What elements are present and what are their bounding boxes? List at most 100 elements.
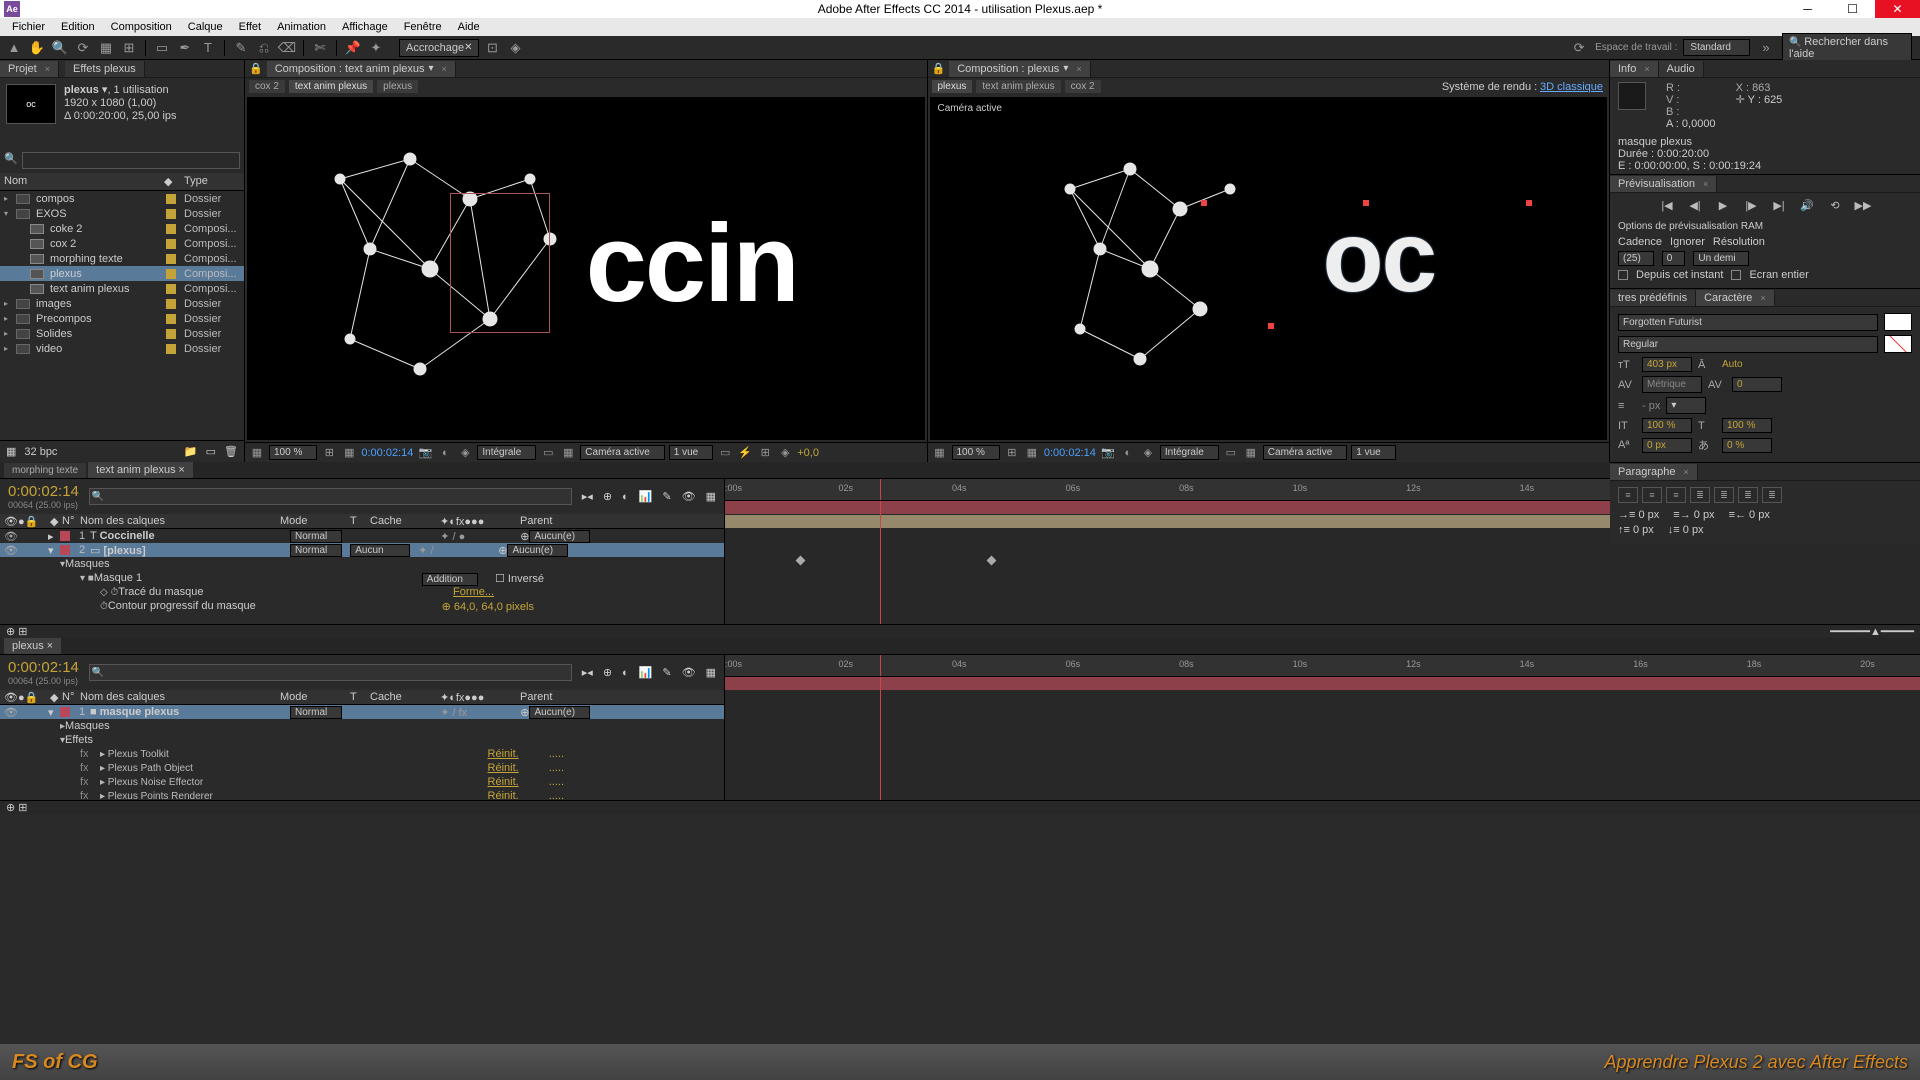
toggle-switches-icon[interactable]: ⊕ ⊞: [6, 625, 28, 638]
frame-blend-icon[interactable]: ▦: [706, 490, 716, 503]
roto-tool-icon[interactable]: ✄: [310, 38, 330, 58]
mask-handle[interactable]: [1363, 200, 1369, 206]
layer-name[interactable]: masque plexus: [100, 706, 179, 718]
fill-color-swatch[interactable]: [1884, 313, 1912, 331]
first-frame-icon[interactable]: |◀: [1658, 197, 1676, 213]
shy-icon[interactable]: 👁: [682, 666, 696, 679]
channel-icon[interactable]: ◐: [1120, 445, 1136, 461]
baseline-input[interactable]: 0 px: [1642, 438, 1692, 453]
timecode[interactable]: 0:00:02:14: [361, 447, 413, 459]
viewer-tab[interactable]: plexus: [377, 80, 418, 93]
tree-item[interactable]: morphing texteComposi...: [0, 251, 244, 266]
resolution-dropdown[interactable]: Intégrale: [477, 445, 536, 460]
draft-3d-icon[interactable]: ⊕: [603, 490, 612, 503]
project-tree[interactable]: ▸composDossier▾EXOSDossiercoke 2Composi.…: [0, 191, 244, 440]
timecode-display[interactable]: 0:00:02:14: [8, 659, 79, 676]
viewer1-canvas[interactable]: ccin: [247, 97, 925, 440]
stroke-style-dropdown[interactable]: ▾: [1666, 397, 1706, 414]
from-instant-checkbox[interactable]: [1618, 270, 1628, 280]
kerning-dropdown[interactable]: Métrique: [1642, 376, 1702, 393]
channel-icon[interactable]: ◐: [437, 445, 453, 461]
close-icon[interactable]: ×: [178, 464, 184, 476]
visibility-icon[interactable]: 👁: [4, 530, 18, 543]
audio-icon[interactable]: 🔊: [1798, 197, 1816, 213]
grid-icon[interactable]: ▦: [341, 445, 357, 461]
roi-icon[interactable]: ▭: [1223, 445, 1239, 461]
font-size-input[interactable]: 403 px: [1642, 357, 1692, 372]
eraser-tool-icon[interactable]: ⌫: [277, 38, 297, 58]
new-comp-icon[interactable]: ▭: [206, 445, 216, 458]
ignorer-dropdown[interactable]: 0: [1662, 251, 1686, 266]
bpc-button[interactable]: 32 bpc: [24, 446, 57, 458]
close-button[interactable]: ✕: [1875, 0, 1920, 18]
parent-dropdown[interactable]: Aucun(e): [529, 530, 590, 543]
mask-icon[interactable]: ◈: [1140, 445, 1156, 461]
viewer-tab[interactable]: text anim plexus: [289, 80, 373, 93]
feather-value[interactable]: 64,0, 64,0 pixels: [454, 601, 534, 613]
playhead[interactable]: [880, 655, 881, 676]
graph-icon[interactable]: 📊: [639, 666, 653, 679]
visibility-icon[interactable]: 👁: [4, 544, 18, 557]
res-icon[interactable]: ⊞: [1004, 445, 1020, 461]
view-dropdown[interactable]: 1 vue: [1351, 445, 1395, 460]
menu-aide[interactable]: Aide: [450, 21, 488, 33]
parent-dropdown[interactable]: Aucun(e): [507, 544, 568, 557]
tree-item[interactable]: ▸imagesDossier: [0, 296, 244, 311]
zoom-dropdown[interactable]: 100 %: [269, 445, 317, 460]
pixel-aspect-icon[interactable]: ▭: [717, 445, 733, 461]
transparency-icon[interactable]: ▦: [1243, 445, 1259, 461]
tab-paragraph[interactable]: Paragraphe×: [1610, 464, 1698, 480]
menu-affichage[interactable]: Affichage: [334, 21, 396, 33]
property-masks[interactable]: ▸ Masques: [0, 719, 724, 733]
motion-blur-icon[interactable]: ◐: [622, 491, 629, 503]
hand-tool-icon[interactable]: ✋: [27, 38, 47, 58]
indent-right[interactable]: 0 px: [1749, 509, 1770, 521]
rotate-tool-icon[interactable]: ⟳: [73, 38, 93, 58]
mask-handle[interactable]: [1268, 323, 1274, 329]
font-dropdown[interactable]: Forgotten Futurist: [1618, 314, 1878, 331]
justify-left-icon[interactable]: ≣: [1690, 487, 1710, 503]
comp-flowchart-icon[interactable]: ◈: [777, 445, 793, 461]
snap-edge-icon[interactable]: ⊡: [482, 38, 502, 58]
mask-handle[interactable]: [1201, 200, 1207, 206]
indent-first[interactable]: 0 px: [1694, 509, 1715, 521]
menu-calque[interactable]: Calque: [180, 21, 231, 33]
pen-tool-icon[interactable]: ✒: [175, 38, 195, 58]
property-masks[interactable]: ▾ Masques: [0, 557, 724, 571]
tree-item[interactable]: plexusComposi...: [0, 266, 244, 281]
roi-icon[interactable]: ▭: [540, 445, 556, 461]
motion-blur-icon[interactable]: ◐: [622, 667, 629, 679]
comp-mini-icon[interactable]: ▸◂: [582, 490, 593, 503]
effect-row[interactable]: fx▸ Plexus Path ObjectRéinit......: [0, 761, 724, 775]
brush-tool-icon[interactable]: ✎: [231, 38, 251, 58]
render-system-link[interactable]: 3D classique: [1540, 81, 1603, 93]
viewer2-panel-tab[interactable]: Composition : plexus ▾×: [949, 61, 1090, 77]
tab-presets[interactable]: tres prédéfinis: [1610, 290, 1696, 306]
shape-link[interactable]: Forme...: [453, 586, 494, 598]
frame-blend-icon[interactable]: ▦: [706, 666, 716, 679]
workspace-search-icon[interactable]: »: [1756, 38, 1776, 58]
exposure-value[interactable]: +0,0: [797, 447, 819, 459]
tree-item[interactable]: ▸composDossier: [0, 191, 244, 206]
project-search-input[interactable]: [22, 152, 240, 169]
tl2-tab-plexus[interactable]: plexus ×: [4, 638, 61, 654]
interpret-icon[interactable]: ▦: [6, 445, 16, 458]
fast-preview-icon[interactable]: ⚡: [737, 445, 753, 461]
tab-project[interactable]: Projet×: [0, 61, 59, 77]
align-right-icon[interactable]: ≡: [1666, 487, 1686, 503]
snapshot-icon[interactable]: 📷: [417, 445, 433, 461]
timeline-search-input[interactable]: [89, 664, 572, 681]
cadence-dropdown[interactable]: (25): [1618, 251, 1654, 266]
timecode[interactable]: 0:00:02:14: [1044, 447, 1096, 459]
label-color[interactable]: [60, 531, 70, 541]
res-icon[interactable]: ⊞: [321, 445, 337, 461]
menu-edition[interactable]: Edition: [53, 21, 103, 33]
stroke-color-swatch[interactable]: [1884, 335, 1912, 353]
menu-animation[interactable]: Animation: [269, 21, 334, 33]
tab-info[interactable]: Info×: [1610, 61, 1659, 77]
viewer2-canvas[interactable]: Caméra active oc: [930, 97, 1608, 440]
mask-handle[interactable]: [1526, 200, 1532, 206]
minimize-button[interactable]: ─: [1785, 0, 1830, 18]
lock-icon[interactable]: 🔒: [928, 62, 950, 75]
tree-item[interactable]: coke 2Composi...: [0, 221, 244, 236]
